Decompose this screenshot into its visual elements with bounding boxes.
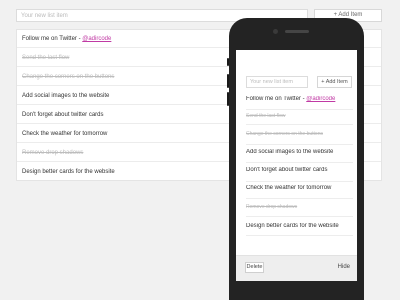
- list-item-text: Design better cards for the website: [246, 223, 339, 229]
- phone-add-item-button[interactable]: + Add Item: [317, 76, 352, 88]
- twitter-handle-link[interactable]: @adircode: [82, 36, 111, 42]
- list-item-text: Send the last flow: [22, 55, 70, 61]
- delete-button[interactable]: Delete: [245, 262, 264, 273]
- list-item-text: Follow me on Twitter -: [22, 36, 83, 42]
- list-item-text: Check the weather for tomorrow: [246, 185, 332, 191]
- hide-button[interactable]: Hide: [338, 264, 350, 270]
- divider: [246, 198, 353, 199]
- list-item-text: Don't forget about twitter cards: [22, 112, 104, 118]
- list-item-text: Change the corners on the buttons: [22, 74, 115, 80]
- list-item-text: Follow me on Twitter -: [246, 96, 307, 102]
- mute-switch: [227, 58, 229, 66]
- list-item[interactable]: Add social images to the website: [246, 149, 353, 155]
- list-item-text: Change the corners on the buttons: [246, 131, 323, 137]
- list-item[interactable]: Remove drop shadows: [246, 204, 353, 210]
- phone-mockup: Your new list item + Add Item Follow me …: [227, 18, 364, 300]
- volume-up-button: [227, 74, 229, 88]
- front-camera: [273, 29, 278, 34]
- list-item[interactable]: Follow me on Twitter - @adircode: [246, 96, 353, 102]
- phone-new-item-input[interactable]: Your new list item: [246, 76, 308, 88]
- volume-down-button: [227, 92, 229, 106]
- list-item[interactable]: Change the corners on the buttons: [246, 131, 353, 137]
- divider: [246, 216, 353, 217]
- list-item-text: Send the last flow: [246, 113, 286, 119]
- list-item-text: Remove drop shadows: [22, 150, 84, 156]
- list-item-text: Add social images to the website: [246, 149, 334, 155]
- list-item-text: Check the weather for tomorrow: [22, 131, 108, 137]
- list-item[interactable]: Design better cards for the website: [246, 223, 353, 229]
- list-item-text: Add social images to the website: [22, 93, 110, 99]
- earpiece-speaker: [285, 30, 309, 33]
- divider: [246, 124, 353, 125]
- list-item[interactable]: Send the last flow: [246, 113, 353, 119]
- divider: [246, 181, 353, 182]
- list-item[interactable]: Don't forget about twitter cards: [246, 167, 353, 173]
- phone-screen: Your new list item + Add Item Follow me …: [236, 50, 357, 281]
- phone-footer-bar: Delete Hide: [236, 255, 357, 281]
- divider: [246, 235, 353, 236]
- list-item-text: Remove drop shadows: [246, 204, 298, 210]
- divider: [246, 144, 353, 145]
- list-item-text: Design better cards for the website: [22, 169, 115, 175]
- list-item[interactable]: Check the weather for tomorrow: [246, 185, 353, 191]
- divider: [246, 162, 353, 163]
- twitter-handle-link[interactable]: @adircode: [306, 96, 335, 102]
- list-item-text: Don't forget about twitter cards: [246, 167, 328, 173]
- divider: [246, 109, 353, 110]
